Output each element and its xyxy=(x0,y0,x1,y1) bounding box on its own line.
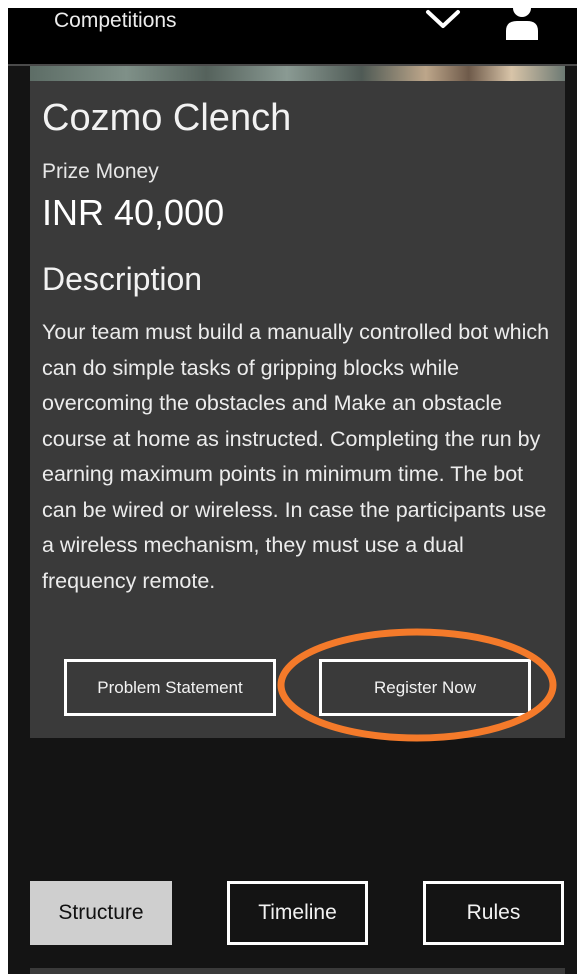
description-text: Your team must build a manually controll… xyxy=(42,320,550,593)
app-screen: Competitions Cozmo Clench Prize Money IN… xyxy=(8,8,577,974)
description-heading: Description xyxy=(42,261,203,297)
competition-name: Cozmo Clench xyxy=(42,97,292,139)
prize-value: INR 40,000 xyxy=(42,192,225,233)
register-now-button[interactable]: Register Now xyxy=(319,659,531,716)
next-section-edge xyxy=(30,968,565,974)
problem-statement-button[interactable]: Problem Statement xyxy=(64,659,276,716)
competition-card: Cozmo Clench Prize Money INR 40,000 Desc… xyxy=(30,81,565,738)
tab-rules[interactable]: Rules xyxy=(423,881,564,945)
top-bar: Competitions xyxy=(8,8,577,64)
chevron-down-icon[interactable] xyxy=(423,8,463,34)
competition-banner-image xyxy=(30,66,565,81)
page-title: Competitions xyxy=(54,9,177,32)
tab-timeline[interactable]: Timeline xyxy=(227,881,368,945)
tab-structure[interactable]: Structure xyxy=(30,881,172,945)
prize-label: Prize Money xyxy=(42,160,159,183)
user-icon[interactable] xyxy=(503,8,541,40)
